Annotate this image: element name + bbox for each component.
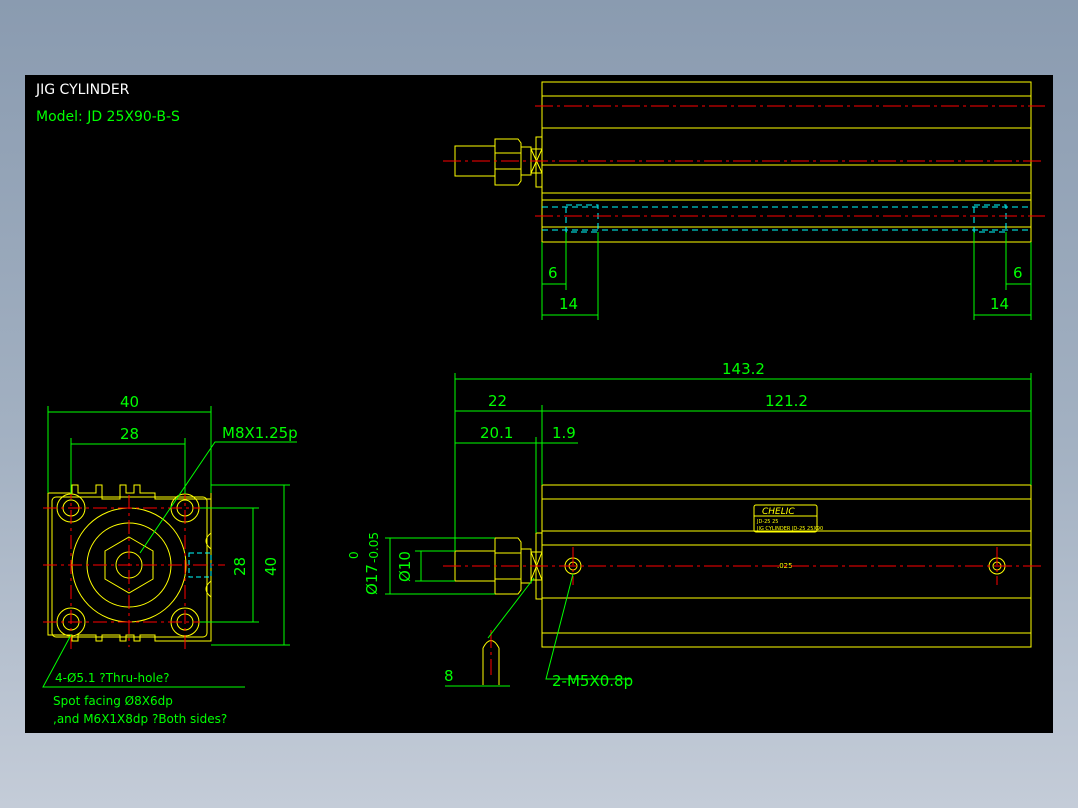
dim-overall-length: 143.2 (722, 360, 765, 378)
hole-note-1: 4-Ø5.1 ?Thru-hole? (55, 671, 170, 685)
dim-flange: 1.9 (552, 424, 576, 442)
dim-wrench-width: 8 (444, 667, 454, 685)
dim-rod-diameter: Ø10 (396, 551, 414, 582)
thread-callout: M8X1.25p (222, 424, 298, 442)
top-view-hidden (542, 204, 1031, 233)
dim-top-right-6: 6 (1013, 264, 1023, 282)
dim-end-vert-pitch: 28 (231, 557, 249, 576)
top-nut (494, 138, 522, 186)
dim-bore-tolerance-top: 0 (347, 551, 361, 559)
hole-note-2: Spot facing Ø8X6dp (53, 694, 173, 708)
dim-end-width: 40 (120, 393, 139, 411)
nameplate-line-2: JIG CYLINDER JD-25 25X90 (756, 526, 823, 532)
port-callout: 2-M5X0.8p (552, 672, 633, 690)
cad-drawing: JIG CYLINDER Model: JD 25X90-B-S 6 14 6 … (35, 81, 1045, 726)
dim-body-length: 121.2 (765, 392, 808, 410)
front-view (454, 484, 1032, 685)
top-view-dims (541, 232, 1032, 320)
end-view-centerlines (43, 485, 225, 650)
dim-bore-diameter: Ø17 (363, 564, 381, 595)
nameplate-line-1: JD-25 25 (756, 519, 778, 525)
hole-note-3: ,and M6X1X8dp ?Both sides? (53, 712, 227, 726)
drawing-canvas: JIG CYLINDER Model: JD 25X90-B-S 6 14 6 … (25, 75, 1053, 733)
dim-rod-end: 20.1 (480, 424, 513, 442)
dim-end-height: 40 (262, 557, 280, 576)
end-view-dims (42, 406, 297, 688)
front-view-centerlines (443, 547, 1045, 675)
dim-top-left-14: 14 (559, 295, 578, 313)
nameplate-brand: CHELIC (762, 507, 795, 517)
front-view-dims (385, 373, 1032, 687)
model-label: Model: JD 25X90-B-S (36, 109, 180, 125)
dim-bore-tolerance: -0.05 (367, 532, 381, 563)
dim-end-bolt-pitch: 28 (120, 425, 139, 443)
dim-top-right-14: 14 (990, 295, 1009, 313)
dim-rod-section: 22 (488, 392, 507, 410)
drawing-title: JIG CYLINDER (35, 82, 130, 98)
dim-top-left-6: 6 (548, 264, 558, 282)
